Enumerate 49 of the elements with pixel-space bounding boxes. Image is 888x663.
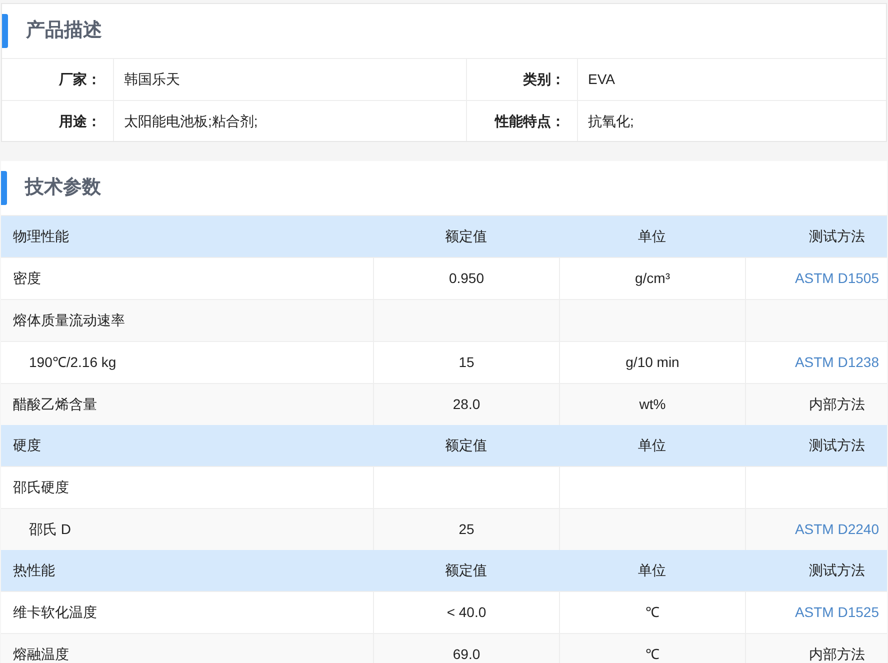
field-value: EVA xyxy=(577,59,886,100)
column-header: 硬度 xyxy=(12,436,42,455)
table-cell-text: 28.0 xyxy=(452,395,480,414)
column-header: 单位 xyxy=(637,227,667,246)
column-header: 物理性能 xyxy=(12,227,70,246)
field-label: 性能特点： xyxy=(466,100,577,141)
column-header: 热性能 xyxy=(12,561,56,580)
column-header: 额定值 xyxy=(444,227,488,246)
field-value: 太阳能电池板;粘合剂; xyxy=(113,100,466,141)
accent-bar xyxy=(1,171,7,205)
table-cell-text: 密度 xyxy=(13,269,41,288)
table-cell-text: < 40.0 xyxy=(446,603,486,622)
table-cell-text: 190℃/2.16 kg xyxy=(29,353,116,372)
table-cell-text: 邵氏硬度 xyxy=(13,478,69,497)
field-label: 类别： xyxy=(466,59,577,100)
column-header: 测试方法 xyxy=(808,227,866,246)
table-cell-text: ℃ xyxy=(646,645,660,663)
table-cell-text: 熔融温度 xyxy=(13,645,69,663)
table-cell-text: 邵氏 D xyxy=(29,520,71,539)
section-title: 技术参数 xyxy=(25,176,101,200)
table-cell-text: 内部方法 xyxy=(809,645,865,663)
column-header: 单位 xyxy=(637,561,667,580)
field-value: 抗氧化; xyxy=(577,100,886,141)
column-header: 测试方法 xyxy=(808,561,866,580)
table-cell-text: ℃ xyxy=(646,603,660,622)
table-cell-text: wt% xyxy=(639,395,666,414)
table-cell-text: 醋酸乙烯含量 xyxy=(13,395,97,414)
table-cell-text: 内部方法 xyxy=(809,395,865,414)
column-header: 额定值 xyxy=(444,436,488,455)
table-cell-text: 15 xyxy=(458,353,474,372)
field-label: 厂家： xyxy=(58,70,102,89)
table-cell-text: g/10 min xyxy=(626,353,680,372)
table-cell-text: g/cm³ xyxy=(635,269,670,288)
table-cell-text: 熔体质量流动速率 xyxy=(13,311,125,330)
column-header: 额定值 xyxy=(444,561,488,580)
table-cell-text: 0.950 xyxy=(448,269,484,288)
method-link[interactable]: ASTM D2240 xyxy=(794,519,879,540)
table-cell-text: 维卡软化温度 xyxy=(13,603,97,622)
section-title: 产品描述 xyxy=(26,18,102,43)
accent-bar xyxy=(2,14,8,48)
table-cell-text: 25 xyxy=(458,520,474,539)
method-link[interactable]: ASTM D1525 xyxy=(794,602,879,623)
method-link[interactable]: ASTM D1505 xyxy=(794,268,879,289)
field-value: 韩国乐天 xyxy=(113,59,466,100)
field-label: 用途： xyxy=(2,100,113,141)
column-header: 测试方法 xyxy=(808,436,866,455)
table-cell-text: 69.0 xyxy=(452,645,480,663)
method-link[interactable]: ASTM D1238 xyxy=(794,352,879,373)
column-header: 单位 xyxy=(637,436,667,455)
